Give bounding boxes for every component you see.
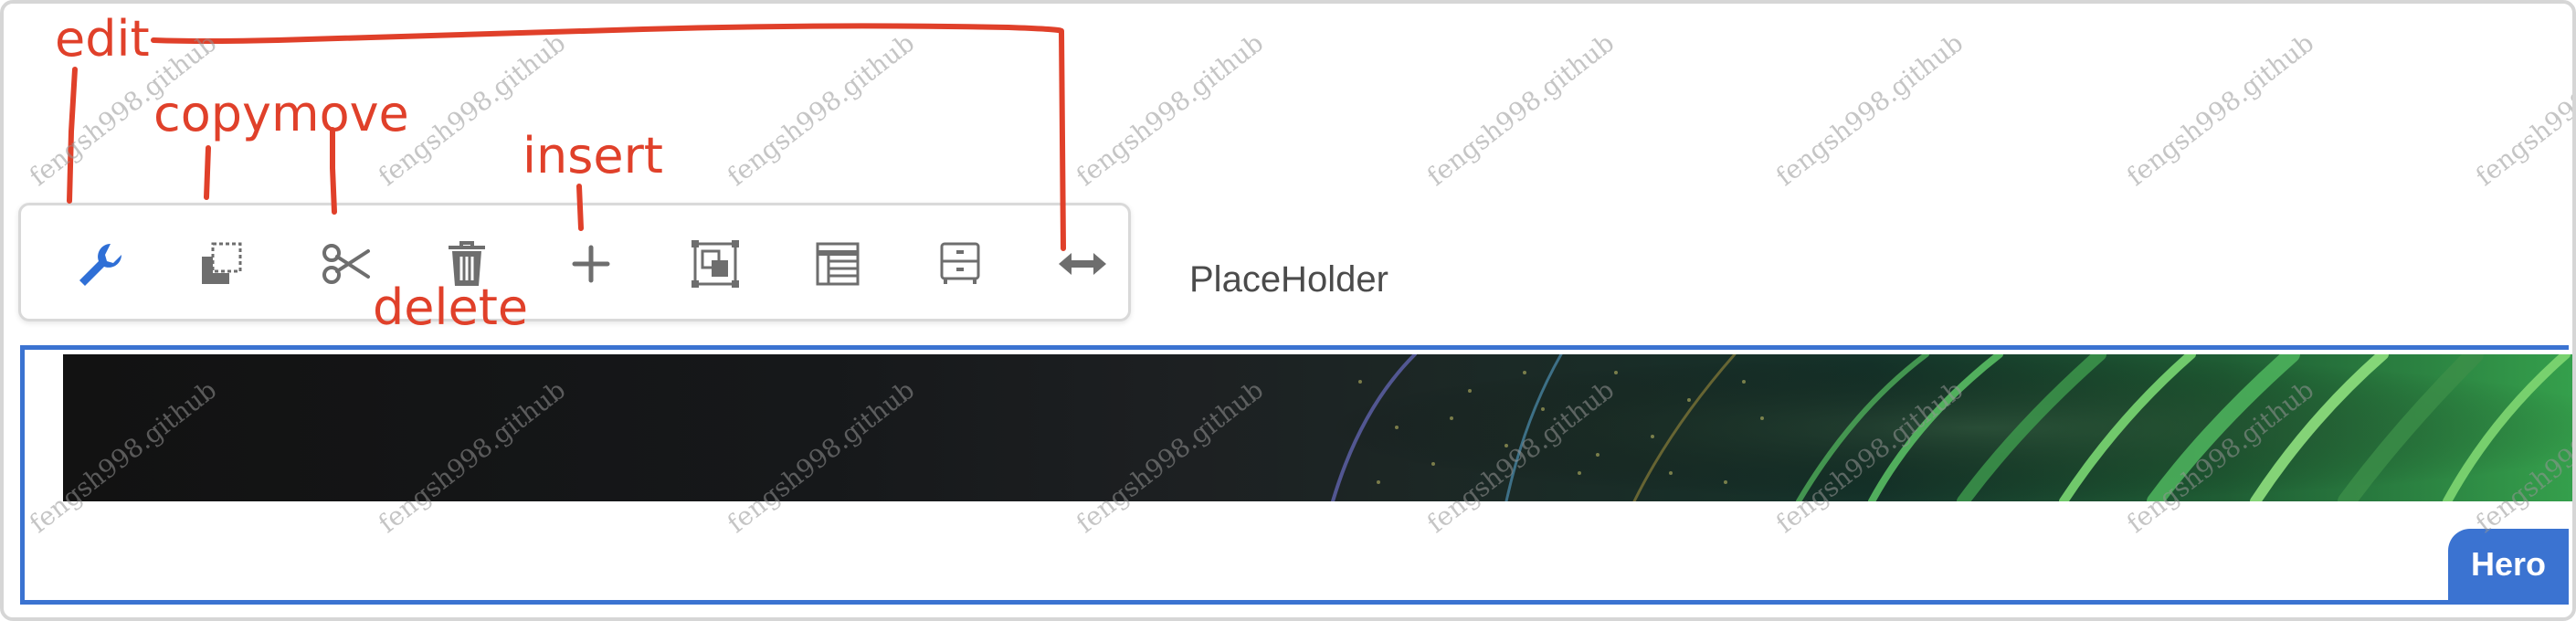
hero-banner-image [63, 354, 2572, 501]
watermark: fengsh998.github [1421, 27, 1621, 193]
plus-icon [572, 245, 610, 283]
watermark: fengsh998.github [1071, 27, 1270, 193]
watermark: fengsh998.github [2121, 27, 2320, 193]
watermark: fengsh998.github [722, 27, 921, 193]
delete-annotation: delete [373, 279, 529, 336]
edit-button[interactable] [63, 229, 132, 299]
arrows-horizontal-icon [1059, 253, 1106, 275]
resize-button[interactable] [1048, 229, 1117, 299]
edit-annotation: edit [55, 10, 150, 68]
cabinet-button[interactable] [925, 229, 995, 299]
insert-button[interactable] [556, 229, 626, 299]
scissors-icon [322, 244, 370, 284]
move-button[interactable] [311, 229, 381, 299]
copymove-annotation: copymove [153, 85, 409, 142]
copy-pointer-line [204, 145, 211, 200]
watermark: fengsh998.github [1770, 27, 1969, 193]
copy-icon [202, 242, 242, 284]
hero-component[interactable]: Hero [20, 345, 2572, 605]
group-button[interactable] [681, 229, 750, 299]
watermark: fengsh998.github [2470, 27, 2576, 193]
wrench-icon [79, 244, 121, 286]
editor-frame: PlaceHolder Hero edit copymove insert de… [0, 0, 2576, 621]
component-toolbar [18, 203, 1131, 321]
insert-annotation: insert [523, 127, 663, 184]
hero-background-art [1251, 354, 2572, 501]
table-button[interactable] [803, 229, 872, 299]
hero-badge[interactable]: Hero [2448, 529, 2569, 600]
placeholder-label: PlaceHolder [1189, 259, 1388, 300]
edit-pointer-line [67, 67, 78, 204]
group-icon [692, 240, 739, 288]
table-icon [816, 242, 860, 286]
cabinet-icon [940, 242, 980, 284]
copy-button[interactable] [187, 229, 257, 299]
